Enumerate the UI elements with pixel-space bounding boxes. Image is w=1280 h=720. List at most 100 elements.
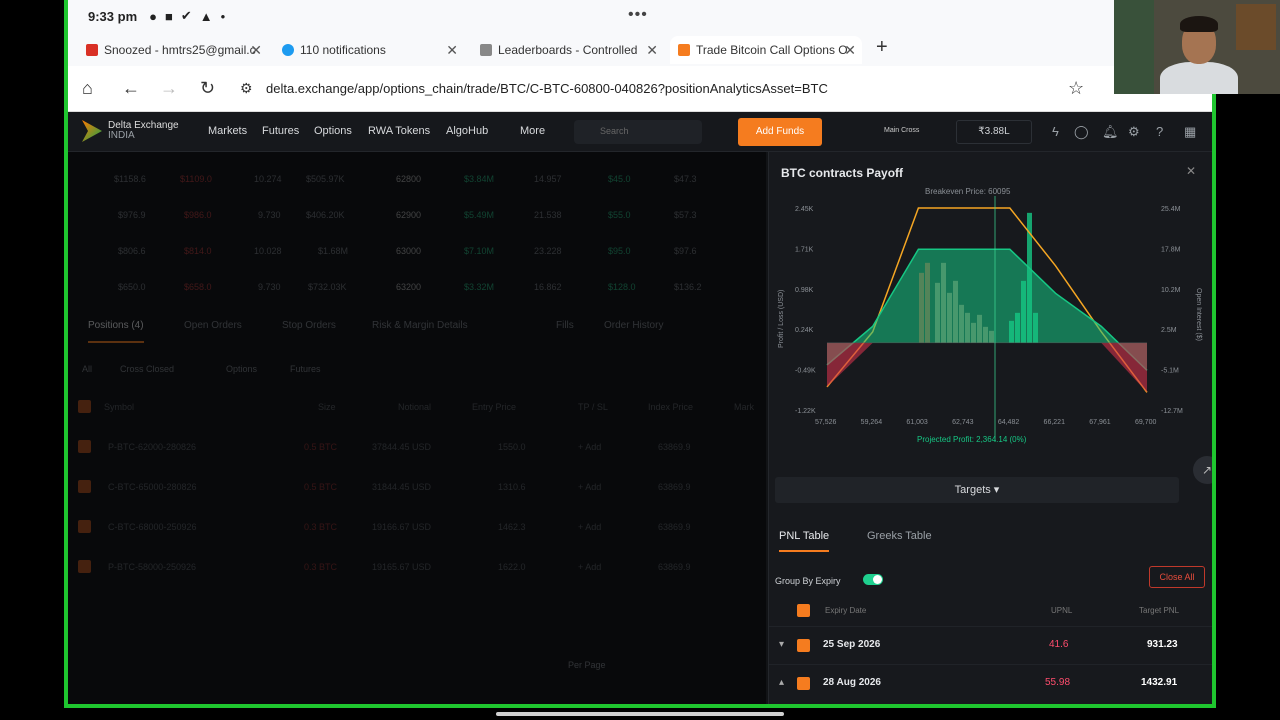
system-status-bar: 9:33 pm ● ■ ✔ ▲ • ••• xyxy=(68,0,1212,32)
tab-label: 110 notifications xyxy=(300,43,386,57)
close-icon[interactable]: ✕ xyxy=(844,42,856,59)
settings-icon[interactable]: ⚙ xyxy=(1128,124,1140,140)
select-all-checkbox[interactable] xyxy=(797,604,810,617)
targets-dropdown[interactable]: Targets ▾ xyxy=(775,477,1179,503)
payoff-title: BTC contracts Payoff xyxy=(781,166,904,180)
browser-tab-bar: Snoozed - hmtrs25@gmail.c ✕ 110 notifica… xyxy=(68,32,1212,66)
account-margin-value: Main Cross xyxy=(884,127,920,134)
nav-rwa-tokens[interactable]: RWA Tokens xyxy=(368,125,430,137)
screen: 9:33 pm ● ■ ✔ ▲ • ••• Snoozed - hmtrs25@… xyxy=(0,0,1280,720)
tab-greeks-table[interactable]: Greeks Table xyxy=(867,530,932,542)
tab-pnl-table[interactable]: PNL Table xyxy=(779,530,830,552)
y-tick-left: 0.24K xyxy=(795,327,814,334)
grid-menu-icon[interactable]: ▦ xyxy=(1184,124,1196,140)
person-hair xyxy=(1180,16,1218,32)
bell-icon: ▲ xyxy=(199,8,213,24)
plant-background xyxy=(1114,0,1154,94)
user-icon[interactable]: ◯ xyxy=(1074,124,1089,140)
tab-label: Trade Bitcoin Call Options O xyxy=(696,43,848,57)
x-tick: 57,526 xyxy=(815,419,837,426)
help-icon[interactable]: ? xyxy=(1156,124,1163,139)
close-icon[interactable]: ✕ xyxy=(446,42,458,59)
close-icon[interactable]: ✕ xyxy=(646,42,658,59)
y-tick-right: 25.4M xyxy=(1161,206,1181,213)
tab-label: Leaderboards - Controlled xyxy=(498,43,638,57)
dot-icon: • xyxy=(220,8,226,24)
expand-caret-icon[interactable]: ▾ xyxy=(779,639,784,650)
col-expiry: Expiry Date xyxy=(825,606,867,615)
close-icon[interactable]: ✕ xyxy=(1186,164,1196,178)
person-body xyxy=(1160,62,1238,94)
close-all-button[interactable]: Close All xyxy=(1149,566,1205,588)
status-time: 9:33 pm xyxy=(88,8,138,24)
payoff-chart: Breakeven Price: 60095 Profit / Loss (US… xyxy=(769,188,1212,478)
nav-options[interactable]: Options xyxy=(314,125,352,137)
pnl-table-row[interactable]: ▾ 25 Sep 2026 41.6 931.23 xyxy=(769,626,1212,662)
close-icon[interactable]: ✕ xyxy=(250,42,262,59)
leaderboard-icon xyxy=(480,44,492,56)
delta-logo[interactable]: Delta Exchange INDIA xyxy=(82,120,179,142)
pnl-table-row[interactable]: ▴ 28 Aug 2026 55.98 1432.91 xyxy=(769,664,1212,700)
y-tick-right: 2.5M xyxy=(1161,327,1177,334)
group-by-expiry-label: Group By Expiry xyxy=(775,576,841,586)
wallet-balance[interactable]: ₹3.88L xyxy=(956,120,1032,144)
more-dots-icon[interactable]: ••• xyxy=(628,6,648,24)
tab-notifications[interactable]: 110 notifications ✕ xyxy=(274,36,464,64)
nav-markets[interactable]: Markets xyxy=(208,125,247,137)
address-bar: ⌂ ← → ↻ ⚙ delta.exchange/app/options_cha… xyxy=(68,66,1212,112)
y-tick-left: -1.22K xyxy=(795,408,816,415)
wall-art xyxy=(1236,4,1276,50)
row-checkbox[interactable] xyxy=(797,639,810,652)
gmail-icon xyxy=(86,44,98,56)
modal-backdrop[interactable] xyxy=(68,152,766,704)
screen-share-border: 9:33 pm ● ■ ✔ ▲ • ••• Snoozed - hmtrs25@… xyxy=(64,0,1216,708)
y-tick-left: 2.45K xyxy=(795,206,814,213)
delta-logo-icon xyxy=(82,120,102,142)
x-tick: 59,264 xyxy=(861,419,883,426)
app-top-nav: Delta Exchange INDIA Markets Futures Opt… xyxy=(68,112,1212,152)
y-tick-right: 17.8M xyxy=(1161,246,1181,253)
search-input[interactable]: Search xyxy=(574,120,702,144)
tab-delta-active[interactable]: Trade Bitcoin Call Options O ✕ xyxy=(670,36,862,64)
account-margin-selector[interactable]: Main Cross xyxy=(838,120,934,144)
notifications-icon xyxy=(282,44,294,56)
add-funds-button[interactable]: Add Funds xyxy=(738,118,822,146)
forward-icon[interactable]: → xyxy=(160,78,178,99)
url-field[interactable]: delta.exchange/app/options_chain/trade/B… xyxy=(266,81,828,96)
back-icon[interactable]: ← xyxy=(122,78,140,99)
y-tick-left: -0.49K xyxy=(795,368,816,375)
tab-gmail[interactable]: Snoozed - hmtrs25@gmail.c ✕ xyxy=(78,36,268,64)
notification-bell-icon[interactable]: 🔔︎ xyxy=(1102,124,1119,140)
y-tick-left: 1.71K xyxy=(795,246,814,253)
payoff-panel: BTC contracts Payoff ✕ Breakeven Price: … xyxy=(768,152,1212,704)
y-tick-right: -5.1M xyxy=(1161,368,1179,375)
projected-profit-label: Projected Profit: 2,364.14 (0%) xyxy=(917,435,1027,444)
bookmark-star-icon[interactable]: ☆ xyxy=(1068,78,1084,99)
home-icon[interactable]: ⌂ xyxy=(82,78,93,99)
tab-label: Snoozed - hmtrs25@gmail.c xyxy=(104,43,256,57)
reload-icon[interactable]: ↻ xyxy=(200,78,215,99)
check-icon: ✔ xyxy=(180,8,192,23)
site-info-icon[interactable]: ⚙ xyxy=(240,80,253,97)
nav-algohub[interactable]: AlgoHub xyxy=(446,125,488,137)
lightning-icon[interactable]: ϟ xyxy=(1052,124,1059,139)
pnl-table-header: Expiry Date UPNL Target PNL xyxy=(769,598,1212,622)
x-tick: 67,961 xyxy=(1089,419,1111,426)
scroll-fab-icon[interactable]: ↗ xyxy=(1193,456,1212,484)
expand-caret-icon[interactable]: ▴ xyxy=(779,677,784,688)
tab-leaderboards[interactable]: Leaderboards - Controlled ✕ xyxy=(472,36,664,64)
facebook-icon: ● xyxy=(149,8,157,24)
row-checkbox[interactable] xyxy=(797,677,810,690)
new-tab-button[interactable]: + xyxy=(876,36,888,59)
x-tick: 64,482 xyxy=(998,419,1020,426)
nav-futures[interactable]: Futures xyxy=(262,125,299,137)
x-tick: 61,003 xyxy=(906,419,928,426)
col-target: Target PNL xyxy=(1139,606,1180,615)
app-icon: ■ xyxy=(165,8,173,24)
nav-more[interactable]: More xyxy=(520,125,545,137)
breakeven-label: Breakeven Price: 60095 xyxy=(925,188,1011,196)
y-tick-left: 0.98K xyxy=(795,287,814,294)
y-axis-right-title: Open Interest ($) xyxy=(1195,288,1202,341)
group-by-expiry-toggle[interactable] xyxy=(863,574,883,585)
y-axis-left-title: Profit / Loss (USD) xyxy=(778,290,785,348)
